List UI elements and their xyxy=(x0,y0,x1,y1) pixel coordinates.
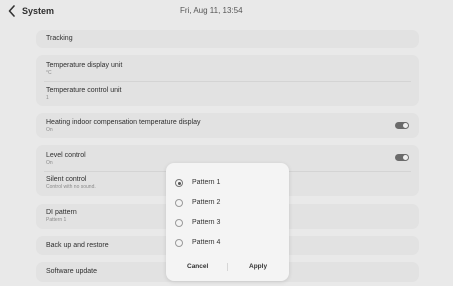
button-divider xyxy=(227,263,228,271)
temp-display-unit-value: °C xyxy=(46,70,52,76)
di-pattern-label: DI pattern xyxy=(46,209,77,216)
pattern-option-label: Pattern 1 xyxy=(192,179,221,186)
software-update-label: Software update xyxy=(46,268,97,275)
pattern-option-label: Pattern 3 xyxy=(192,219,221,226)
radio-selected-icon[interactable] xyxy=(175,179,183,187)
temp-display-unit-label: Temperature display unit xyxy=(46,62,123,69)
level-control-label: Level control xyxy=(46,152,86,159)
tracking-item[interactable]: Tracking xyxy=(36,30,419,48)
heating-compensation-value: On xyxy=(46,127,53,133)
level-control-value: On xyxy=(46,160,53,166)
top-bar: System Fri, Aug 11, 13:54 xyxy=(0,0,453,22)
back-arrow-icon[interactable] xyxy=(8,5,16,17)
heating-compensation-toggle[interactable] xyxy=(395,122,409,129)
backup-restore-label: Back up and restore xyxy=(46,242,109,249)
pattern-option-label: Pattern 4 xyxy=(192,239,221,246)
silent-control-value: Control with no sound. xyxy=(46,184,96,190)
apply-button[interactable]: Apply xyxy=(249,263,267,270)
pattern-option-label: Pattern 2 xyxy=(192,199,221,206)
di-pattern-dialog: Pattern 1 Pattern 2 Pattern 3 Pattern 4 … xyxy=(166,163,289,281)
status-datetime: Fri, Aug 11, 13:54 xyxy=(180,6,243,15)
di-pattern-value: Pattern 1 xyxy=(46,217,67,223)
temp-control-unit-label: Temperature control unit xyxy=(46,87,122,94)
heating-compensation-label: Heating indoor compensation temperature … xyxy=(46,119,201,126)
silent-control-label: Silent control xyxy=(46,176,87,183)
heating-compensation-item[interactable]: Heating indoor compensation temperature … xyxy=(36,113,419,138)
radio-icon[interactable] xyxy=(175,199,183,207)
temp-control-unit-item[interactable]: Temperature control unit 1 xyxy=(36,81,419,106)
cancel-button[interactable]: Cancel xyxy=(187,263,208,270)
pattern-option-3[interactable]: Pattern 3 xyxy=(166,215,289,233)
temperature-units-card: Temperature display unit °C Temperature … xyxy=(36,55,419,106)
radio-icon[interactable] xyxy=(175,239,183,247)
pattern-option-2[interactable]: Pattern 2 xyxy=(166,195,289,213)
radio-icon[interactable] xyxy=(175,219,183,227)
temp-display-unit-item[interactable]: Temperature display unit °C xyxy=(36,55,419,81)
page-title: System xyxy=(22,6,55,16)
tracking-label: Tracking xyxy=(46,35,73,42)
temp-control-unit-value: 1 xyxy=(46,95,49,101)
pattern-option-4[interactable]: Pattern 4 xyxy=(166,235,289,253)
level-control-toggle[interactable] xyxy=(395,154,409,161)
pattern-option-1[interactable]: Pattern 1 xyxy=(166,175,289,193)
